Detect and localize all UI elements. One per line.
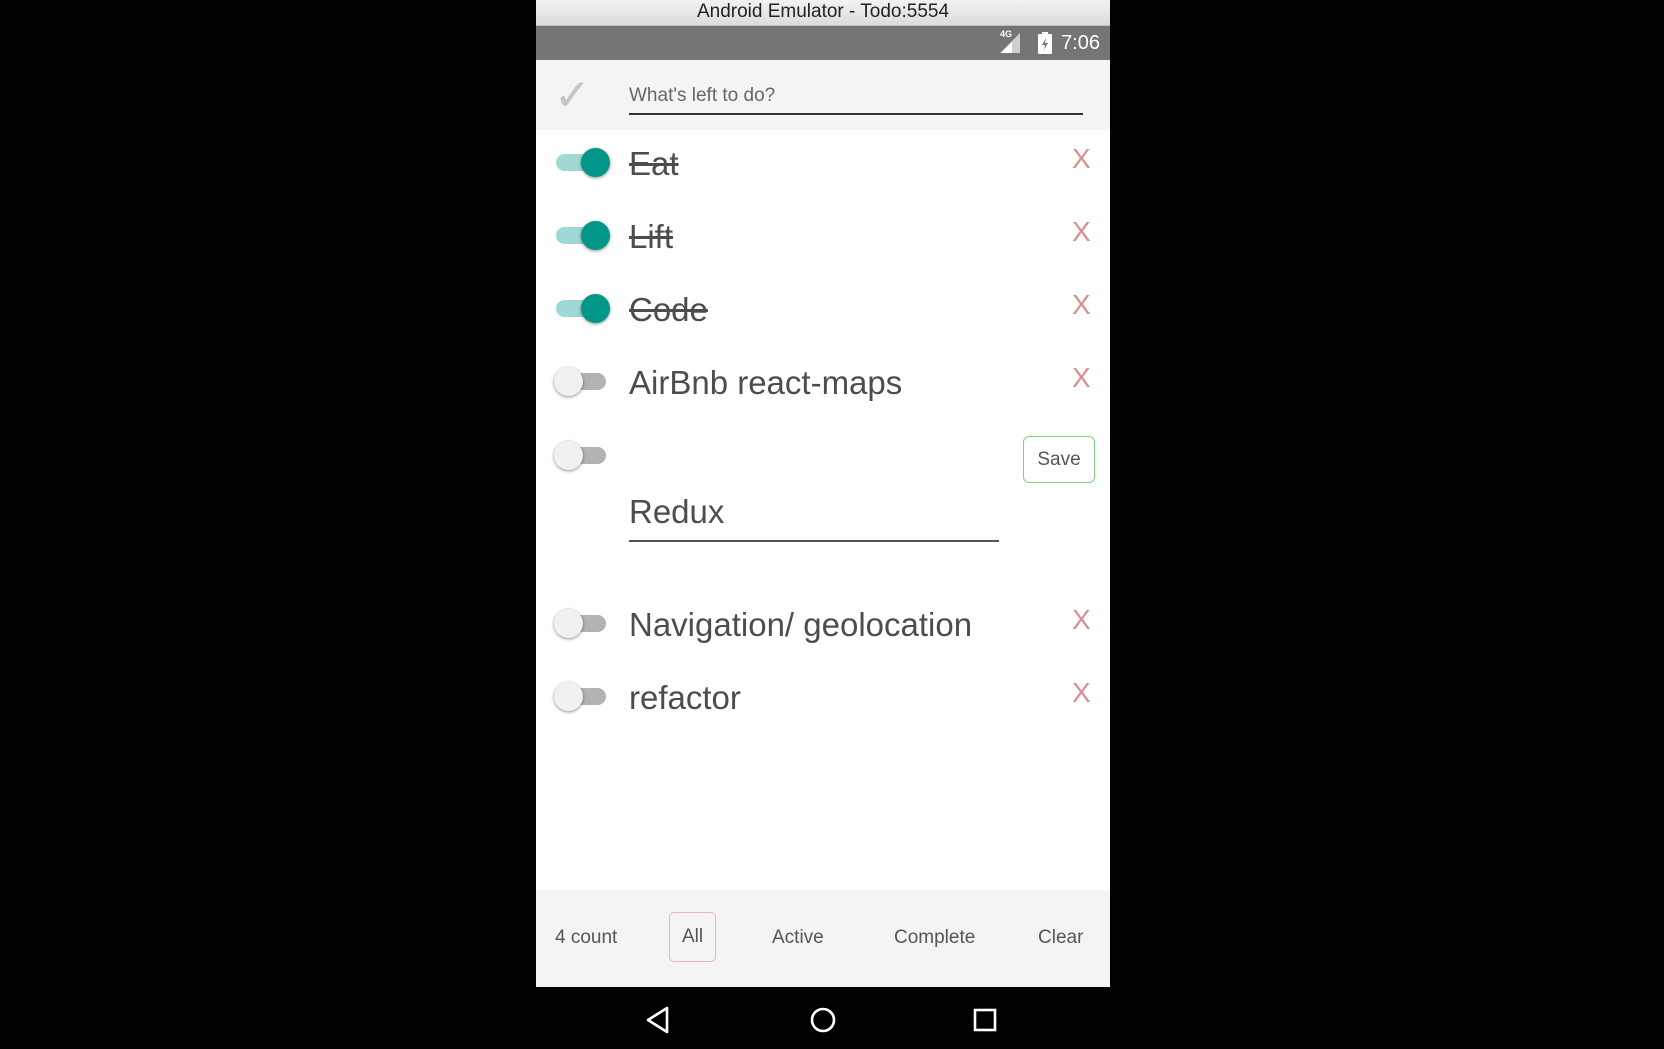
- battery-icon: [1038, 32, 1052, 54]
- save-button[interactable]: Save: [1023, 436, 1095, 483]
- filter-all-button[interactable]: All: [669, 912, 716, 962]
- todo-complete-switch[interactable]: [554, 147, 610, 177]
- back-icon[interactable]: [642, 1003, 676, 1037]
- new-todo-input[interactable]: [629, 75, 1083, 115]
- window-title: Android Emulator - Todo:5554: [536, 0, 1110, 26]
- remove-todo-button[interactable]: X: [1072, 214, 1091, 250]
- todo-label[interactable]: Navigation/ geolocation: [629, 606, 972, 644]
- emulator-window: Android Emulator - Todo:5554 4G 7:06 ✓ E…: [536, 0, 1110, 1049]
- toggle-all-checkmark-icon[interactable]: ✓: [554, 74, 594, 118]
- todo-complete-switch[interactable]: [554, 293, 610, 323]
- remove-todo-button[interactable]: X: [1072, 675, 1091, 711]
- todo-label[interactable]: Eat: [629, 145, 679, 183]
- todo-complete-switch[interactable]: [554, 366, 610, 396]
- todo-row: AirBnb react-maps X: [536, 359, 1110, 419]
- todo-row: Lift X: [536, 213, 1110, 273]
- todo-row: Navigation/ geolocation X: [536, 601, 1110, 661]
- todo-complete-switch[interactable]: [554, 440, 610, 470]
- clear-completed-button[interactable]: Clear: [1038, 927, 1083, 949]
- todo-count: 4 count: [555, 927, 618, 948]
- app-screen: ✓ Eat X Lift X Code X AirBnb react-maps …: [536, 60, 1110, 987]
- status-clock: 7:06: [1061, 32, 1100, 54]
- todo-label[interactable]: Code: [629, 291, 708, 329]
- todo-complete-switch[interactable]: [554, 220, 610, 250]
- todo-label[interactable]: refactor: [629, 679, 741, 717]
- filter-complete-button[interactable]: Complete: [894, 927, 975, 949]
- todo-row: refactor X: [536, 674, 1110, 734]
- todo-label[interactable]: Lift: [629, 218, 673, 256]
- todo-row: Eat X: [536, 140, 1110, 200]
- signal-icon: [1000, 33, 1020, 53]
- todo-complete-switch[interactable]: [554, 681, 610, 711]
- todo-row-editing: Save: [536, 433, 1110, 583]
- remove-todo-button[interactable]: X: [1072, 602, 1091, 638]
- todo-header: ✓: [536, 60, 1110, 130]
- recents-icon[interactable]: [968, 1003, 1002, 1037]
- android-nav-bar: [536, 987, 1110, 1049]
- remove-todo-button[interactable]: X: [1072, 360, 1091, 396]
- status-bar: 4G 7:06: [536, 26, 1110, 60]
- filter-active-button[interactable]: Active: [772, 927, 824, 949]
- todo-complete-switch[interactable]: [554, 608, 610, 638]
- remove-todo-button[interactable]: X: [1072, 141, 1091, 177]
- remove-todo-button[interactable]: X: [1072, 287, 1091, 323]
- home-icon[interactable]: [806, 1003, 840, 1037]
- todo-label[interactable]: AirBnb react-maps: [629, 364, 902, 402]
- edit-todo-input[interactable]: [629, 484, 999, 542]
- todo-row: Code X: [536, 286, 1110, 346]
- todo-footer: 4 count All Active Complete Clear: [536, 890, 1110, 987]
